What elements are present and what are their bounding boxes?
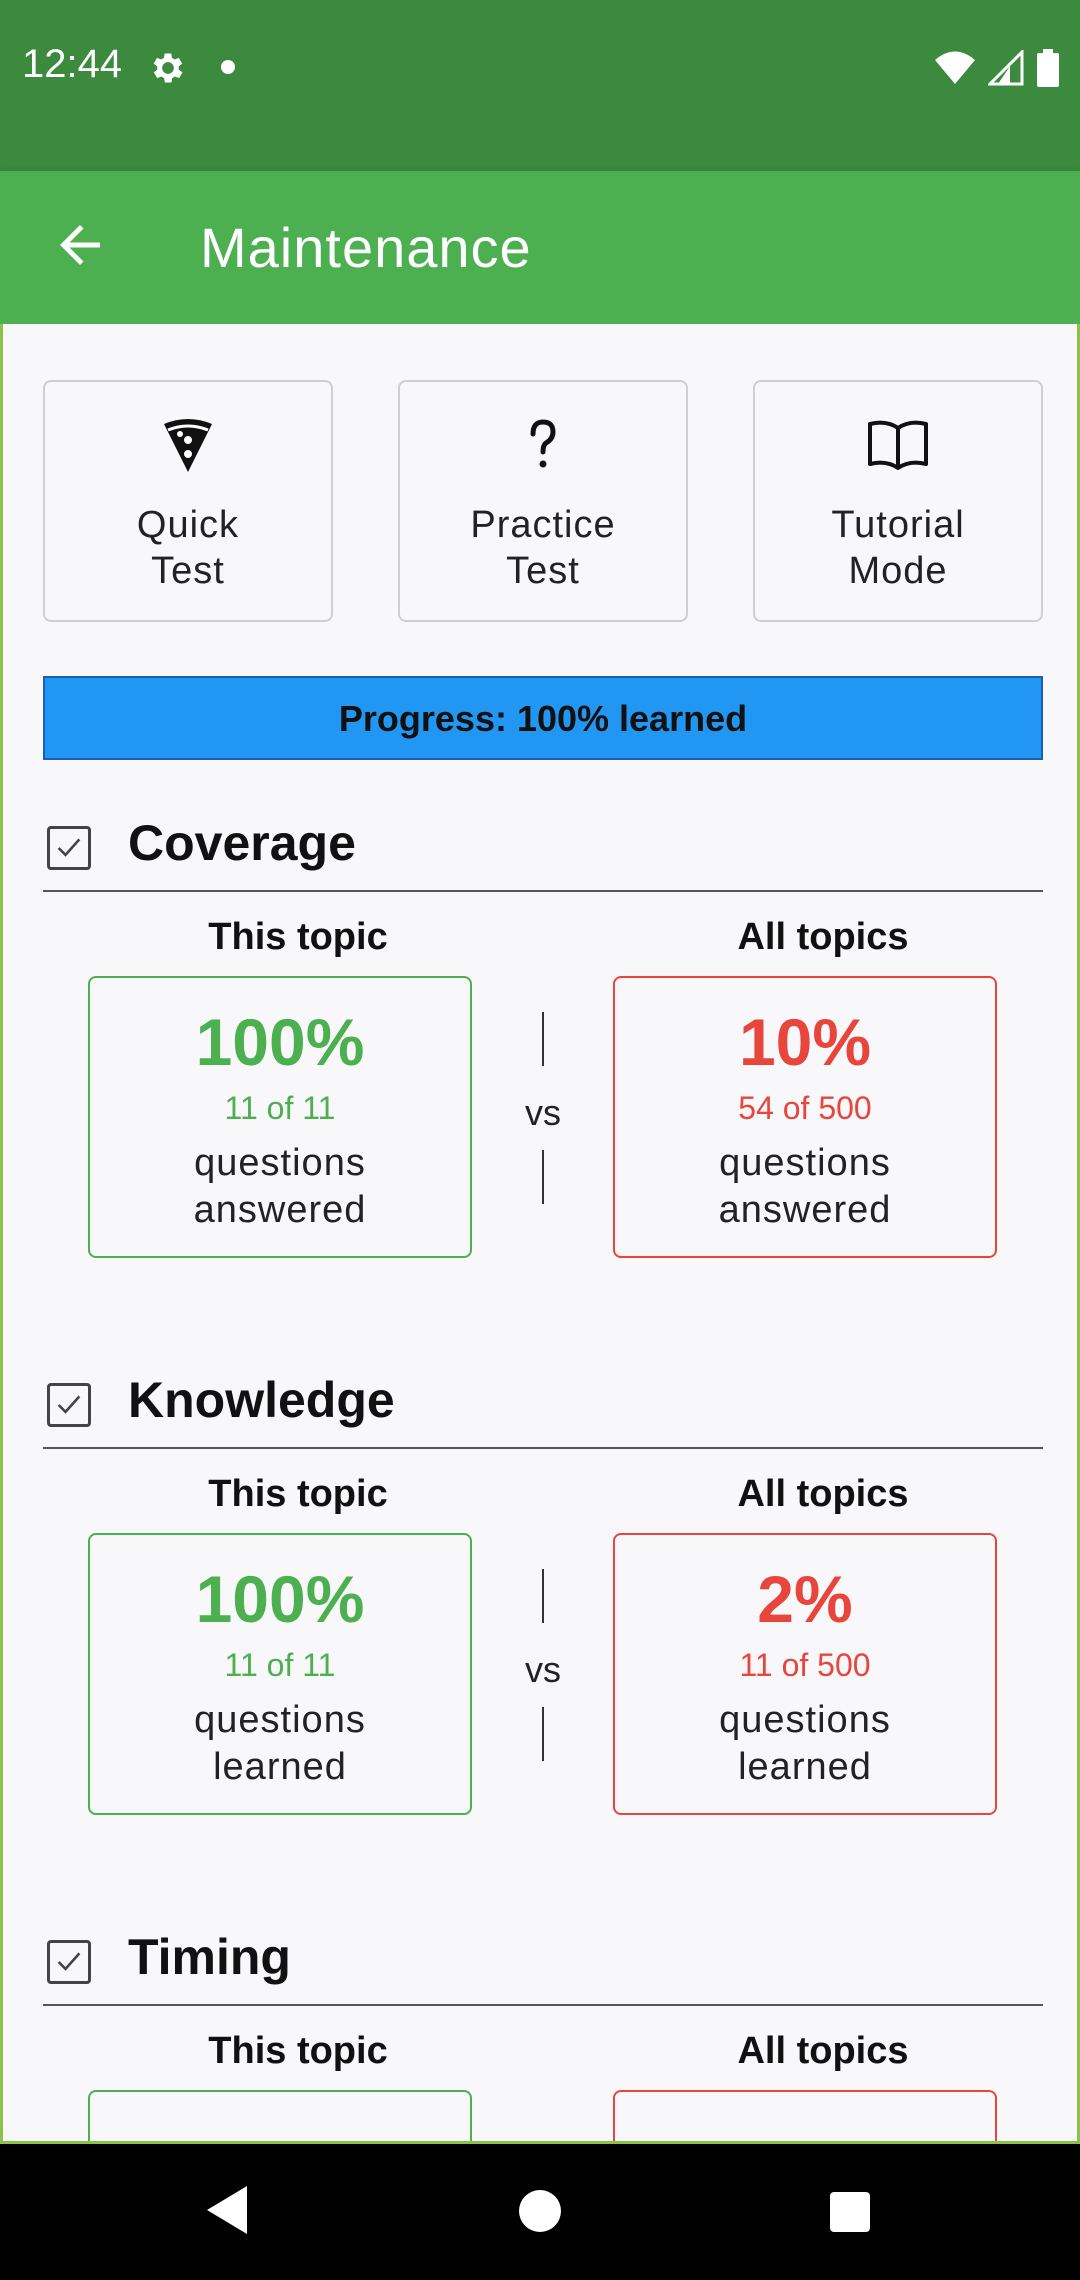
nav-home-icon[interactable] <box>519 2190 561 2232</box>
checkbox-checked-icon[interactable] <box>47 1940 91 1984</box>
progress-label: Progress: 100% learned <box>338 698 748 739</box>
checkbox-checked-icon[interactable] <box>47 826 91 870</box>
page-title: Maintenance <box>200 216 532 279</box>
stat-desc-line2: learned <box>738 1746 872 1788</box>
cellular-signal-icon <box>988 50 1024 86</box>
app-bar: Maintenance <box>0 171 1080 324</box>
vs-divider-bottom <box>542 1150 544 1204</box>
status-bar: 12:44 <box>0 0 1080 171</box>
stat-desc-line2: answered <box>193 1189 367 1231</box>
quick-test-label-line1: Quick <box>136 504 240 546</box>
section-title: Timing <box>128 1929 291 1985</box>
stat-desc-line2: answered <box>718 1189 892 1231</box>
timing-section: Timing This topic All topics <box>43 1926 1043 2141</box>
tutorial-mode-button[interactable]: Tutorial Mode <box>753 380 1043 622</box>
system-nav-bar <box>0 2144 1080 2280</box>
notification-dot-icon <box>221 60 235 74</box>
battery-icon <box>1037 49 1059 87</box>
vs-divider-bottom <box>542 1707 544 1761</box>
stat-count: 11 of 11 <box>224 1647 336 1683</box>
progress-bar: Progress: 100% learned <box>43 676 1043 760</box>
all-topics-label: All topics <box>737 916 909 958</box>
coverage-section: Coverage This topic All topics 100% 11 o… <box>43 812 1043 1272</box>
vs-divider-top <box>542 1569 544 1623</box>
stat-percent: 100% <box>195 1562 365 1636</box>
section-title: Knowledge <box>128 1372 395 1428</box>
stat-desc-line2: learned <box>213 1746 347 1788</box>
this-topic-stat-box <box>88 2090 472 2141</box>
status-icons <box>934 48 1060 88</box>
back-arrow-icon[interactable] <box>50 215 110 275</box>
settings-gear-icon <box>153 53 183 83</box>
mode-buttons: Quick Test Practice Test Tutorial Mode <box>43 380 1043 622</box>
vs-label: vs <box>525 1092 561 1133</box>
all-topics-stat-box: 10% 54 of 500 questions answered <box>613 976 997 1258</box>
stat-count: 11 of 11 <box>224 1090 336 1126</box>
nav-back-icon[interactable] <box>205 2184 249 2236</box>
this-topic-label: This topic <box>208 916 388 958</box>
practice-test-button[interactable]: Practice Test <box>398 380 688 622</box>
stat-count: 54 of 500 <box>738 1090 872 1126</box>
checkbox-checked-icon[interactable] <box>47 1383 91 1427</box>
quick-test-button[interactable]: Quick Test <box>43 380 333 622</box>
open-book-icon <box>868 420 928 470</box>
status-time: 12:44 <box>22 42 123 86</box>
all-topics-stat-box <box>613 2090 997 2141</box>
stat-count: 11 of 500 <box>739 1647 871 1683</box>
this-topic-stat-box: 100% 11 of 11 questions learned <box>88 1533 472 1815</box>
timing-header[interactable]: Timing <box>43 1926 1043 2006</box>
practice-test-label-line2: Test <box>506 550 580 592</box>
knowledge-header[interactable]: Knowledge <box>43 1369 1043 1449</box>
all-topics-stat-box: 2% 11 of 500 questions learned <box>613 1533 997 1815</box>
nav-recents-icon[interactable] <box>830 2192 870 2232</box>
stat-percent: 2% <box>757 1562 853 1636</box>
stat-percent: 100% <box>195 1005 365 1079</box>
stat-desc-line1: questions <box>719 1142 891 1184</box>
stat-desc-line1: questions <box>719 1699 891 1741</box>
pizza-slice-icon <box>164 419 212 472</box>
vs-divider-top <box>542 1012 544 1066</box>
stat-percent: 10% <box>738 1005 872 1079</box>
practice-test-label-line1: Practice <box>470 504 616 546</box>
quick-test-label-line2: Test <box>151 550 225 592</box>
all-topics-label: All topics <box>737 1473 909 1515</box>
this-topic-stat-box: 100% 11 of 11 questions answered <box>88 976 472 1258</box>
tutorial-mode-label-line1: Tutorial <box>831 504 965 546</box>
tutorial-mode-label-line2: Mode <box>848 550 948 592</box>
stat-desc-line1: questions <box>194 1142 366 1184</box>
section-title: Coverage <box>128 815 356 871</box>
question-mark-icon <box>530 419 556 468</box>
vs-label: vs <box>525 1649 561 1690</box>
stat-desc-line1: questions <box>194 1699 366 1741</box>
knowledge-section: Knowledge This topic All topics 100% 11 … <box>43 1369 1043 1829</box>
main-content: Quick Test Practice Test Tutorial Mode P… <box>0 324 1080 2144</box>
this-topic-label: This topic <box>208 1473 388 1515</box>
all-topics-label: All topics <box>737 2030 909 2072</box>
wifi-icon <box>935 51 975 84</box>
this-topic-label: This topic <box>208 2030 388 2072</box>
coverage-header[interactable]: Coverage <box>43 812 1043 892</box>
